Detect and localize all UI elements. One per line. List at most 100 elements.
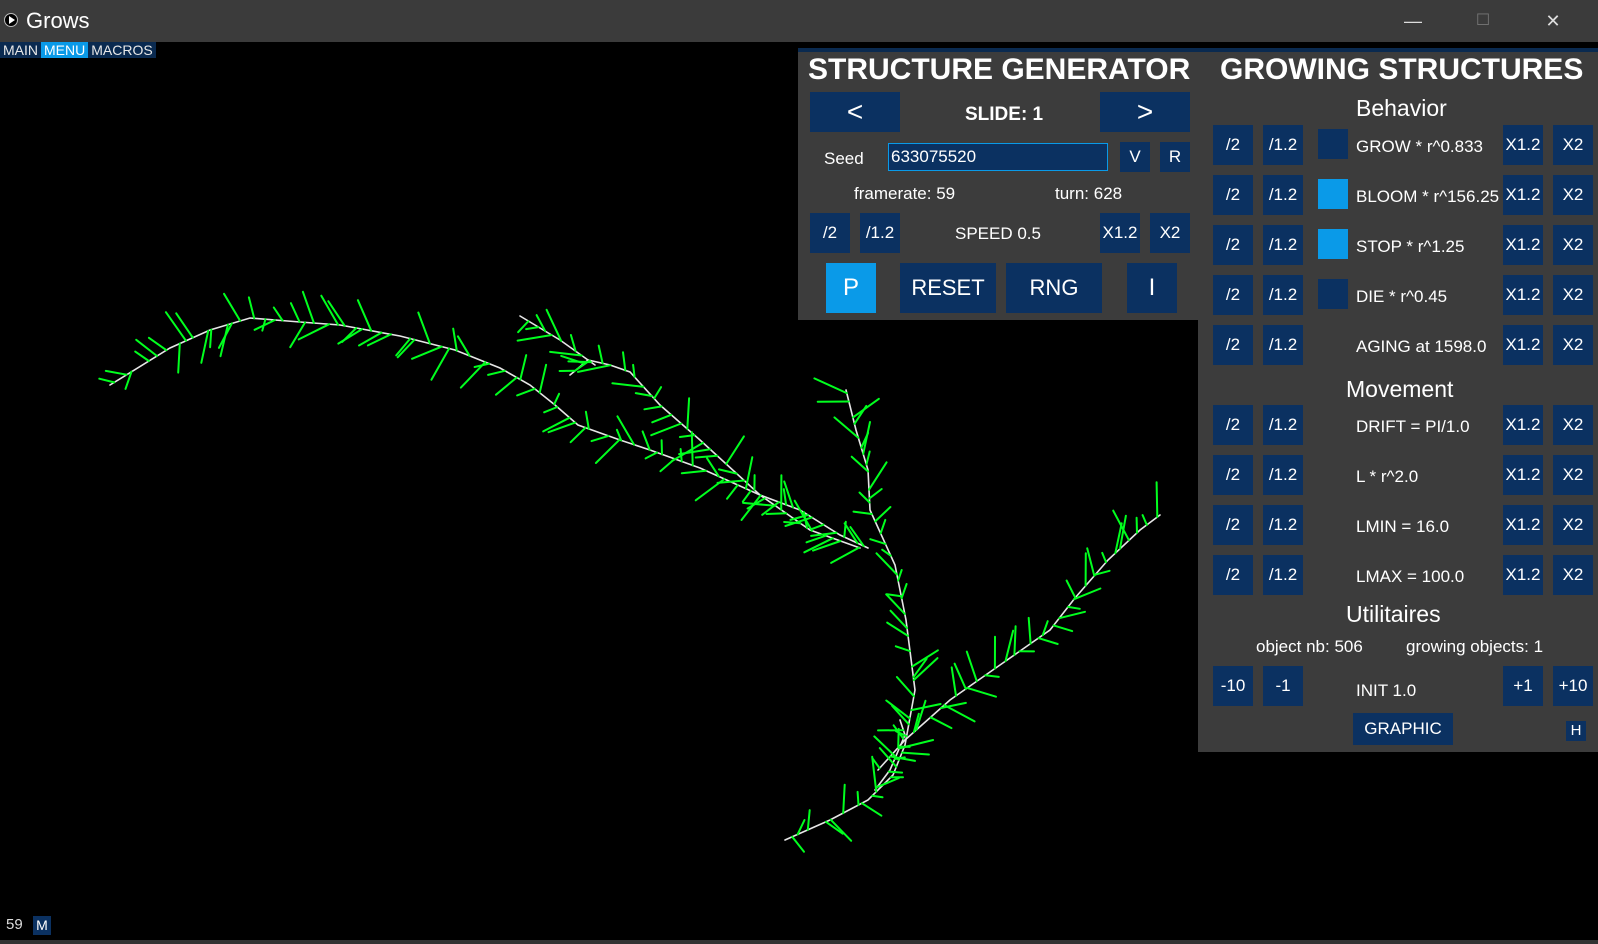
- leaf-13: [901, 751, 930, 756]
- tab-menu[interactable]: MENU: [41, 42, 89, 58]
- behavior-row-4-mul12-button[interactable]: X1.2: [1503, 325, 1543, 365]
- behavior-row-3-toggle[interactable]: [1318, 279, 1348, 309]
- hide-panel-button[interactable]: H: [1566, 721, 1586, 741]
- behavior-row-3-label: DIE * r^0.45: [1356, 287, 1448, 306]
- pause-button[interactable]: P: [826, 263, 876, 313]
- object-count-label: object nb: 506: [1256, 637, 1363, 656]
- movement-row-0-label: DRIFT = PI/1.0: [1356, 417, 1470, 436]
- movement-row-1-div2-button[interactable]: /2: [1213, 455, 1253, 495]
- behavior-row-4-div2-button[interactable]: /2: [1213, 325, 1253, 365]
- app-icon: [4, 13, 18, 27]
- leaf-184: [686, 397, 691, 430]
- behavior-row-1-toggle[interactable]: [1318, 179, 1348, 209]
- rng-button[interactable]: RNG: [1006, 263, 1102, 313]
- reset-button[interactable]: RESET: [900, 263, 996, 313]
- movement-row-1-mul2-button[interactable]: X2: [1553, 455, 1593, 495]
- behavior-row-4-div12-button[interactable]: /1.2: [1263, 325, 1303, 365]
- behavior-row-0-div12-button[interactable]: /1.2: [1263, 125, 1303, 165]
- movement-row-3-label: LMAX = 100.0: [1356, 567, 1465, 586]
- movement-row-0-div2-button[interactable]: /2: [1213, 405, 1253, 445]
- movement-row-0-mul12-button[interactable]: X1.2: [1503, 405, 1543, 445]
- leaf-190: [611, 382, 645, 388]
- behavior-row-1-label: BLOOM * r^156.25: [1356, 187, 1500, 206]
- tab-macros[interactable]: MACROS: [88, 42, 155, 58]
- behavior-row-4-mul2-button[interactable]: X2: [1553, 325, 1593, 365]
- leaf-57: [953, 662, 967, 690]
- movement-row-0-div12-button[interactable]: /1.2: [1263, 405, 1303, 445]
- movement-row-2-mul12-button[interactable]: X1.2: [1503, 505, 1543, 545]
- speed-mul12-button[interactable]: X1.2: [1100, 213, 1140, 253]
- behavior-row-0-mul12-button[interactable]: X1.2: [1503, 125, 1543, 165]
- maximize-button[interactable]: ☐: [1448, 0, 1518, 42]
- behavior-row-1-mul12-button[interactable]: X1.2: [1503, 175, 1543, 215]
- behavior-row-1-div2-button[interactable]: /2: [1213, 175, 1253, 215]
- leaf-68: [1052, 624, 1074, 633]
- leaf-133: [417, 311, 431, 345]
- leaf-82: [1155, 481, 1159, 518]
- minimize-button[interactable]: —: [1378, 0, 1448, 42]
- leaf-131: [430, 347, 451, 381]
- speed-div12-button[interactable]: /1.2: [860, 213, 900, 253]
- leaf-145: [289, 321, 307, 349]
- movement-row-3-div12-button[interactable]: /1.2: [1263, 555, 1303, 595]
- next-slide-button[interactable]: >: [1100, 92, 1190, 132]
- leaf-4: [829, 818, 853, 842]
- leaf-126: [487, 369, 506, 376]
- leaf-158: [177, 342, 181, 374]
- utilitaires-title: Utilitaires: [1346, 601, 1441, 627]
- movement-row-1-div12-button[interactable]: /1.2: [1263, 455, 1303, 495]
- leaf-39: [865, 450, 871, 466]
- movement-row-2-div12-button[interactable]: /1.2: [1263, 505, 1303, 545]
- seed-r-button[interactable]: R: [1160, 142, 1190, 172]
- plus1-button[interactable]: +1: [1503, 666, 1543, 706]
- behavior-row-1-mul2-button[interactable]: X2: [1553, 175, 1593, 215]
- leaf-97: [782, 488, 788, 506]
- behavior-title: Behavior: [1356, 95, 1447, 121]
- leaf-114: [594, 438, 621, 464]
- leaf-35: [858, 491, 871, 504]
- movement-row-1-mul12-button[interactable]: X1.2: [1503, 455, 1543, 495]
- behavior-row-0-toggle[interactable]: [1318, 129, 1348, 159]
- plus10-button[interactable]: +10: [1553, 666, 1593, 706]
- behavior-row-2-div12-button[interactable]: /1.2: [1263, 225, 1303, 265]
- speed-mul2-button[interactable]: X2: [1150, 213, 1190, 253]
- minus10-button[interactable]: -10: [1213, 666, 1253, 706]
- movement-row-0-mul2-button[interactable]: X2: [1553, 405, 1593, 445]
- tab-main[interactable]: MAIN: [0, 42, 41, 58]
- i-button[interactable]: I: [1127, 263, 1177, 313]
- movement-row-3-div2-button[interactable]: /2: [1213, 555, 1253, 595]
- behavior-row-2-toggle[interactable]: [1318, 229, 1348, 259]
- seed-input[interactable]: [888, 143, 1108, 171]
- movement-row-2-mul2-button[interactable]: X2: [1553, 505, 1593, 545]
- leaf-70: [1067, 605, 1081, 610]
- movement-row-3-mul2-button[interactable]: X2: [1553, 555, 1593, 595]
- behavior-row-1-div12-button[interactable]: /1.2: [1263, 175, 1303, 215]
- leaf-74: [1086, 547, 1096, 577]
- graphic-button[interactable]: GRAPHIC: [1353, 713, 1453, 745]
- leaf-156: [175, 312, 194, 339]
- behavior-row-3-div12-button[interactable]: /1.2: [1263, 275, 1303, 315]
- movement-row-2-div2-button[interactable]: /2: [1213, 505, 1253, 545]
- leaf-21: [911, 649, 939, 668]
- behavior-row-3-mul12-button[interactable]: X1.2: [1503, 275, 1543, 315]
- minus1-button[interactable]: -1: [1263, 666, 1303, 706]
- fps-counter: 59: [6, 916, 23, 933]
- behavior-row-2-mul2-button[interactable]: X2: [1553, 225, 1593, 265]
- speed-div2-button[interactable]: /2: [810, 213, 850, 253]
- prev-slide-button[interactable]: <: [810, 92, 900, 132]
- leaf-36: [868, 488, 883, 500]
- movement-row-3-mul12-button[interactable]: X1.2: [1503, 555, 1543, 595]
- behavior-row-3-div2-button[interactable]: /2: [1213, 275, 1253, 315]
- behavior-row-0-div2-button[interactable]: /2: [1213, 125, 1253, 165]
- leaf-0: [791, 835, 805, 853]
- close-button[interactable]: ✕: [1518, 0, 1588, 42]
- menu-toggle-button[interactable]: M: [33, 916, 51, 935]
- behavior-row-2-div2-button[interactable]: /2: [1213, 225, 1253, 265]
- behavior-row-0-mul2-button[interactable]: X2: [1553, 125, 1593, 165]
- leaf-150: [247, 296, 256, 320]
- leaf-32: [879, 518, 887, 535]
- seed-v-button[interactable]: V: [1120, 142, 1150, 172]
- behavior-row-2-mul12-button[interactable]: X1.2: [1503, 225, 1543, 265]
- behavior-row-3-mul2-button[interactable]: X2: [1553, 275, 1593, 315]
- leaf-17: [910, 703, 942, 712]
